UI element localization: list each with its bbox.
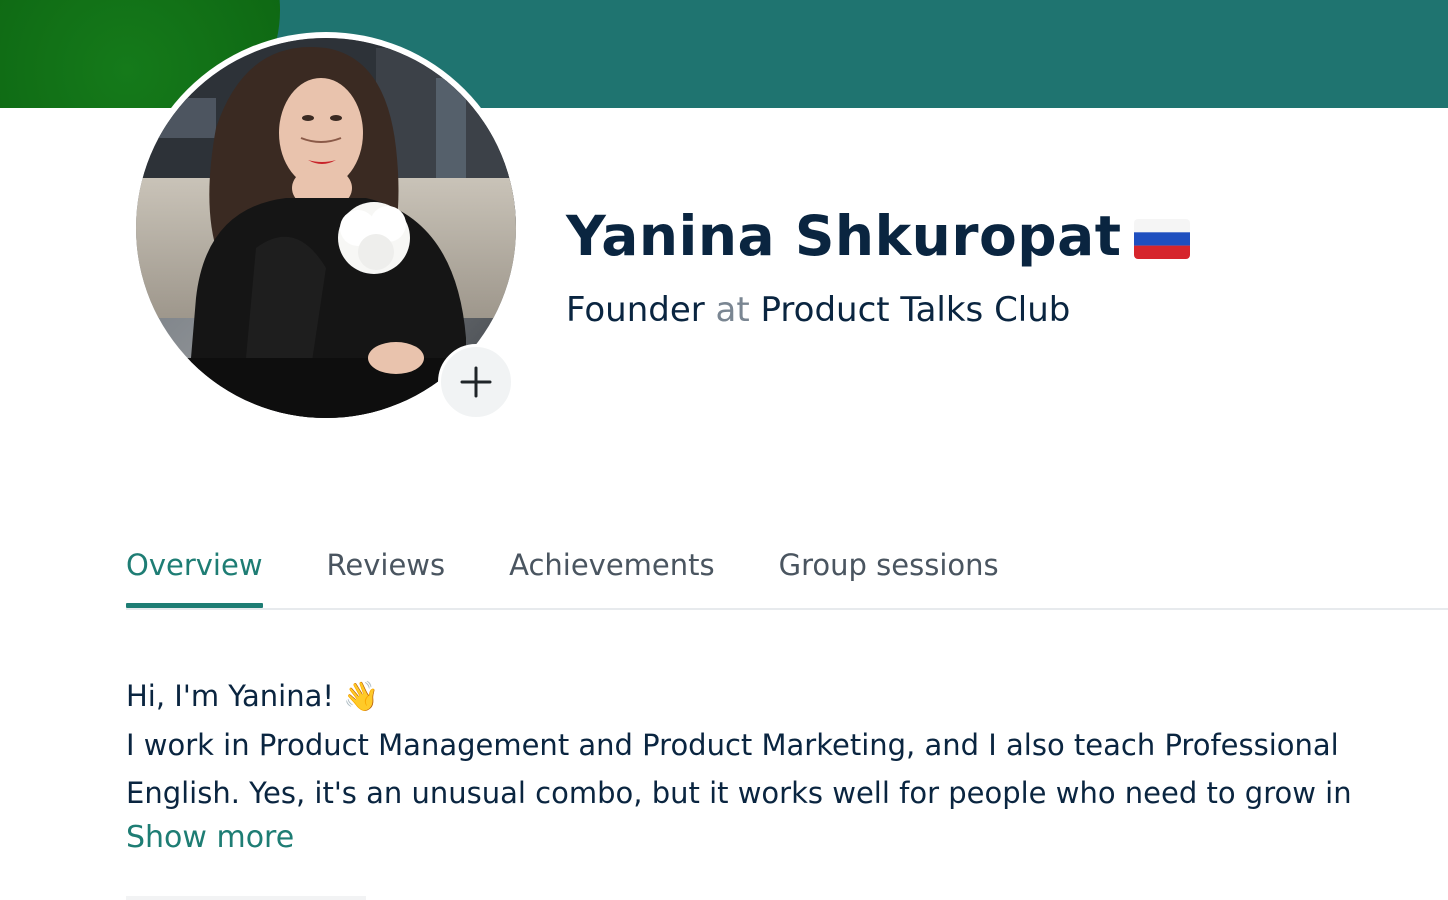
divider [126,896,366,900]
profile-name: Yanina Shkuropat [566,204,1122,268]
tab-group-sessions[interactable]: Group sessions [779,540,999,606]
profile-tabs: Overview Reviews Achievements Group sess… [126,540,1448,610]
tab-overview[interactable]: Overview [126,540,263,608]
profile-name-row: Yanina Shkuropat [566,204,1190,268]
profile-headline: Founder at Product Talks Club [566,290,1070,330]
about-text: I work in Product Management and Product… [126,727,1352,811]
profile-role: Founder [566,290,705,330]
profile-company[interactable]: Product Talks Club [761,290,1071,330]
about-section: Hi, I'm Yanina! 👋 I work in Product Mana… [126,672,1366,818]
plus-icon [460,366,492,398]
show-more-link[interactable]: Show more [126,820,294,855]
tab-reviews[interactable]: Reviews [327,540,446,606]
tab-achievements[interactable]: Achievements [509,540,715,606]
add-photo-button[interactable] [438,344,514,420]
about-greeting: Hi, I'm Yanina! 👋 [126,679,380,713]
profile-at: at [715,290,750,330]
russia-flag-icon [1133,219,1190,259]
